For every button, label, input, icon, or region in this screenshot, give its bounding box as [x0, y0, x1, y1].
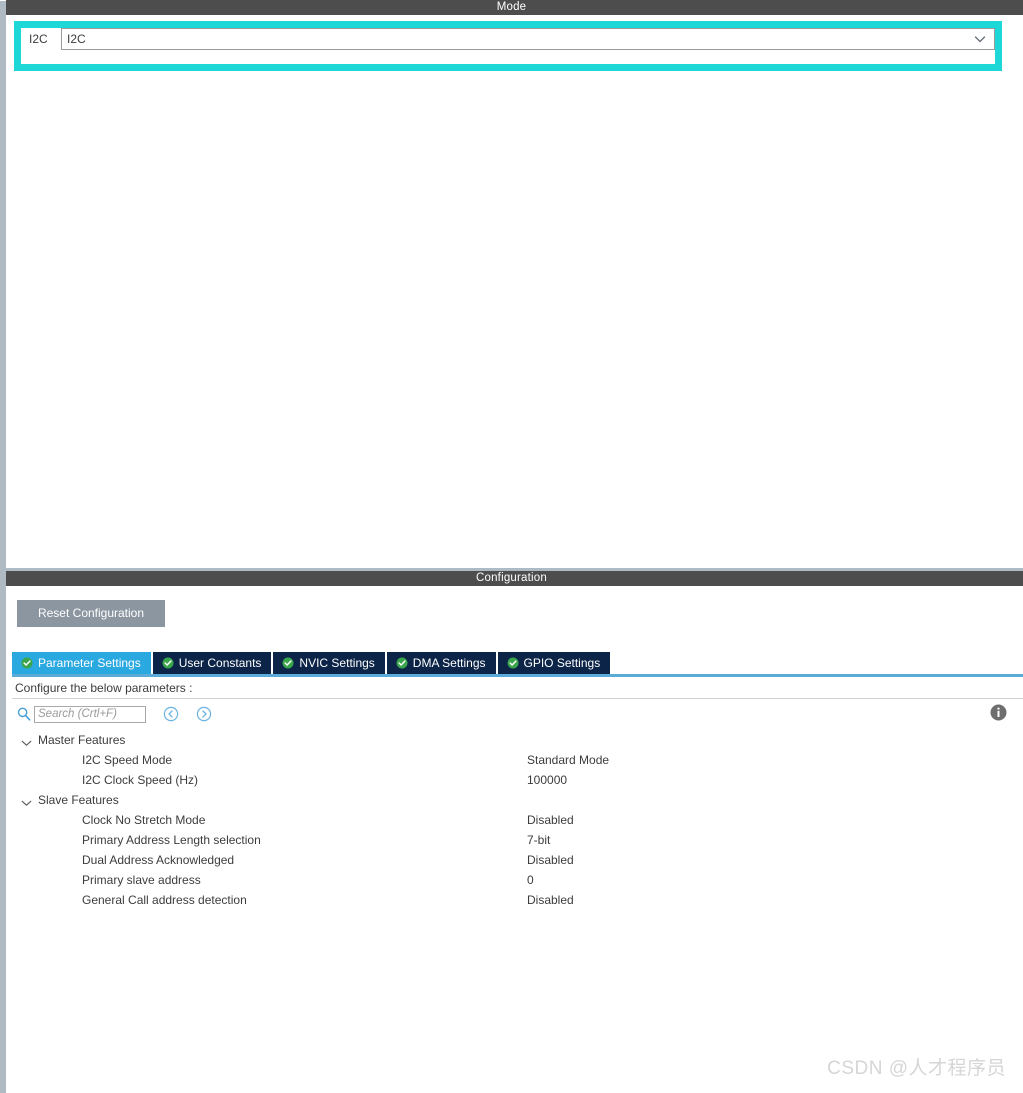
mode-peripheral-label: I2C [29, 32, 48, 46]
tab-dma-settings[interactable]: DMA Settings [386, 652, 496, 674]
parameter-value[interactable]: Disabled [527, 893, 574, 907]
tab-label: User Constants [178, 656, 262, 670]
search-input[interactable] [34, 705, 146, 723]
parameter-value[interactable]: Standard Mode [527, 753, 609, 767]
parameter-value[interactable]: Disabled [527, 853, 574, 867]
search-icon [16, 706, 32, 722]
caption-divider [12, 698, 1023, 699]
check-circle-icon [507, 657, 519, 669]
check-circle-icon [282, 657, 294, 669]
parameter-name: Dual Address Acknowledged [82, 853, 235, 867]
tab-gpio-settings[interactable]: GPIO Settings [497, 652, 611, 674]
parameter-value[interactable]: 100000 [527, 773, 567, 787]
tab-label: GPIO Settings [523, 656, 601, 670]
configure-parameters-caption: Configure the below parameters : [15, 681, 193, 695]
configuration-section: Configuration Reset Configuration Parame… [0, 571, 1023, 1093]
table-row[interactable]: I2C Clock Speed (Hz) 100000 [12, 770, 1023, 790]
tab-label: DMA Settings [412, 656, 486, 670]
reset-configuration-wrap: Reset Configuration [17, 600, 165, 627]
tab-label: Parameter Settings [38, 656, 141, 670]
chevron-down-icon[interactable] [21, 796, 32, 806]
panel-left-rail [0, 0, 6, 1093]
tab-user-constants[interactable]: User Constants [152, 652, 272, 674]
configuration-section-header: Configuration [0, 571, 1023, 586]
tree-group-label: Master Features [38, 733, 126, 747]
mode-selector-inner: I2C I2C [21, 28, 995, 64]
table-row[interactable]: I2C Speed Mode Standard Mode [12, 750, 1023, 770]
mode-section: Mode I2C I2C [0, 0, 1023, 568]
tree-group-label: Slave Features [38, 793, 119, 807]
mode-row-i2c: I2C I2C [21, 28, 995, 50]
parameter-name: I2C Clock Speed (Hz) [82, 773, 199, 787]
parameter-name: I2C Speed Mode [82, 753, 173, 767]
rail-top-cap [0, 0, 6, 1]
table-row[interactable]: Dual Address Acknowledged Disabled [12, 850, 1023, 870]
previous-arrow-icon[interactable] [163, 706, 179, 722]
check-circle-icon [396, 657, 408, 669]
tree-group-master-features[interactable]: Master Features [12, 730, 1023, 750]
table-row[interactable]: Primary Address Length selection 7-bit [12, 830, 1023, 850]
parameter-name: Primary slave address [82, 873, 201, 887]
watermark: CSDN @人才程序员 [827, 1058, 1006, 1079]
tree-group-slave-features[interactable]: Slave Features [12, 790, 1023, 810]
parameter-value[interactable]: 0 [527, 873, 534, 887]
info-icon[interactable] [990, 704, 1007, 721]
parameter-tree: Master Features I2C Speed Mode Standard … [12, 730, 1023, 910]
next-arrow-icon[interactable] [196, 706, 212, 722]
table-row[interactable]: Primary slave address 0 [12, 870, 1023, 890]
parameter-value[interactable]: Disabled [527, 813, 574, 827]
mode-panel-body: I2C I2C [0, 15, 1023, 568]
check-circle-icon [162, 657, 174, 669]
chevron-down-icon[interactable] [974, 34, 986, 44]
parameter-value[interactable]: 7-bit [527, 833, 550, 847]
search-toolbar [16, 703, 212, 725]
parameter-name: Primary Address Length selection [82, 833, 261, 847]
mode-combobox-value: I2C [67, 32, 86, 46]
table-row[interactable]: Clock No Stretch Mode Disabled [12, 810, 1023, 830]
parameter-name: General Call address detection [82, 893, 247, 907]
table-row[interactable]: General Call address detection Disabled [12, 890, 1023, 910]
tab-underline [12, 674, 1023, 677]
mode-selector-highlight-frame: I2C I2C [14, 21, 1002, 71]
mode-empty-strip [21, 50, 995, 64]
tab-label: NVIC Settings [299, 656, 375, 670]
configuration-tabs: Parameter Settings User Constants NVIC S… [12, 652, 1023, 674]
mode-combobox-i2c[interactable]: I2C [61, 28, 995, 50]
reset-configuration-button[interactable]: Reset Configuration [17, 600, 165, 627]
chevron-down-icon[interactable] [21, 736, 32, 746]
tab-nvic-settings[interactable]: NVIC Settings [273, 652, 385, 674]
check-circle-icon [21, 657, 33, 669]
tab-parameter-settings[interactable]: Parameter Settings [12, 652, 151, 674]
parameter-name: Clock No Stretch Mode [82, 813, 206, 827]
mode-section-header: Mode [0, 0, 1023, 15]
